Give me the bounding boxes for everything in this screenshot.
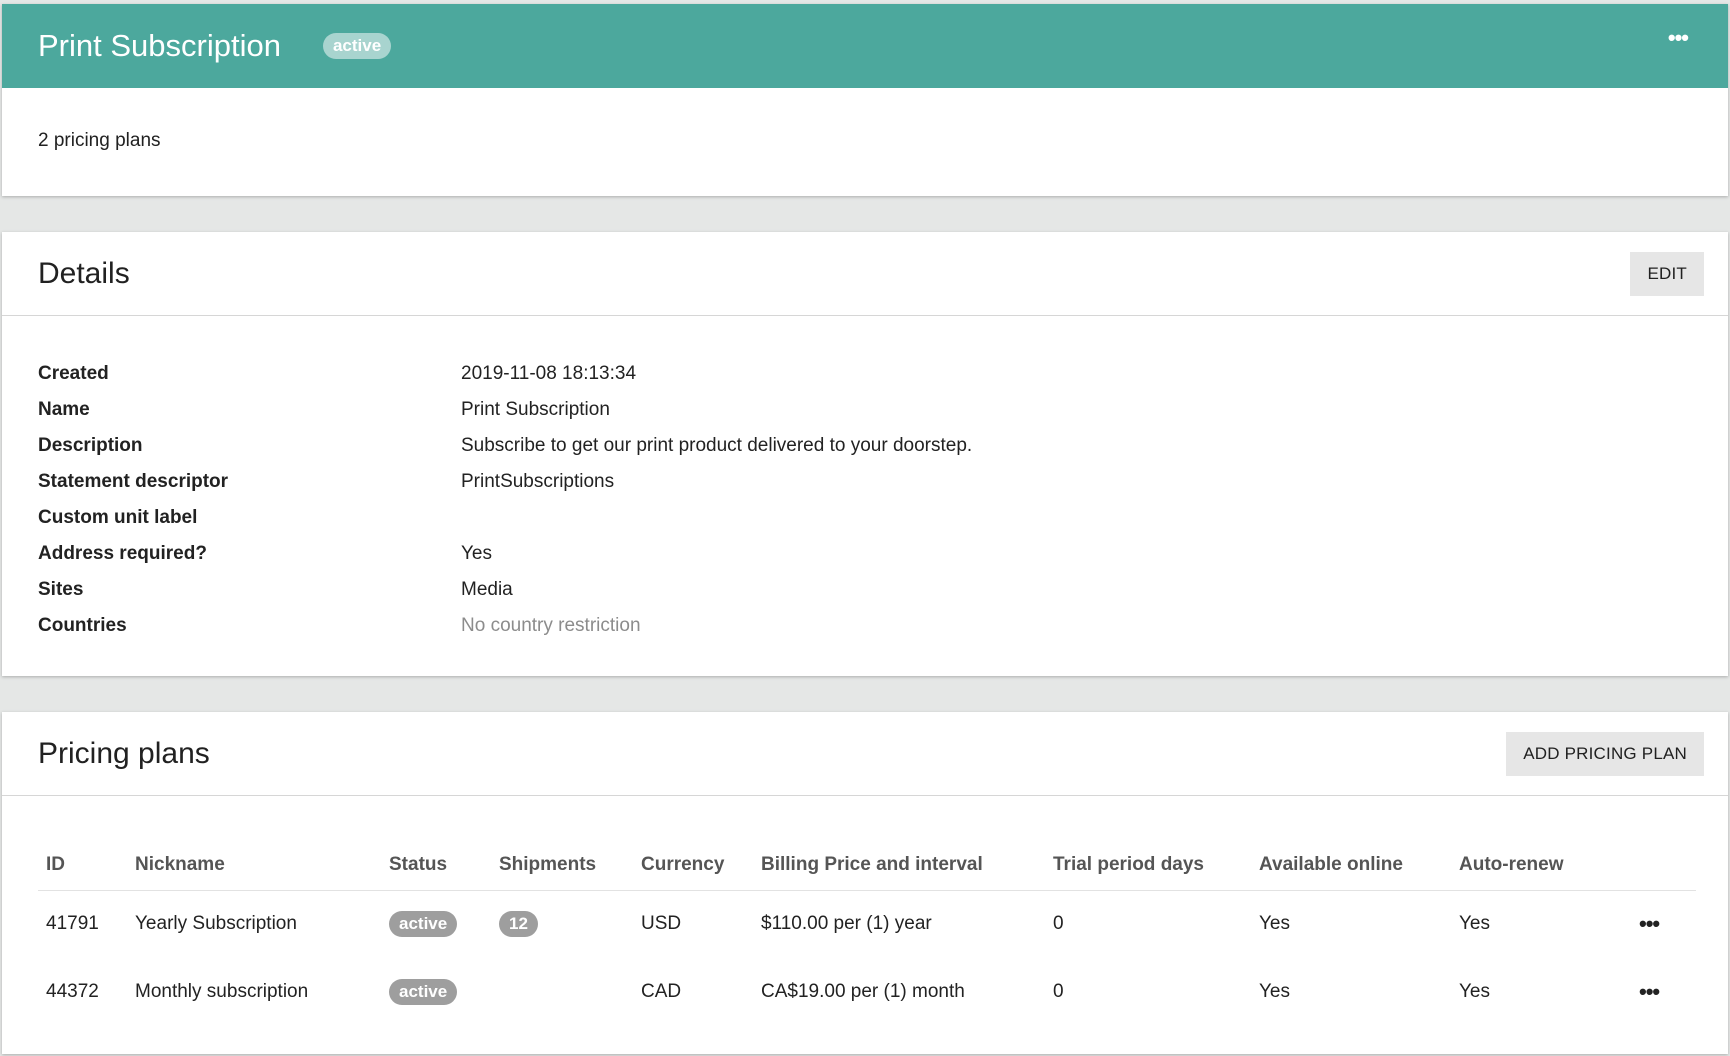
detail-row-address-required: Address required? Yes <box>38 536 1692 572</box>
pricing-plans-card: Pricing plans ADD PRICING PLAN ID Nickna… <box>2 712 1728 1054</box>
pricing-plans-summary: 2 pricing plans <box>38 130 161 151</box>
cell-currency: CAD <box>641 981 682 1002</box>
product-header-card: Print Subscription active ••• 2 pricing … <box>2 4 1728 196</box>
cell-auto-renew: Yes <box>1459 981 1490 1002</box>
cell-id: 41791 <box>46 913 99 935</box>
detail-label: Countries <box>38 615 127 636</box>
details-card: Details EDIT Created 2019-11-08 18:13:34… <box>2 232 1728 676</box>
detail-value: Subscribe to get our print product deliv… <box>461 435 973 456</box>
column-header-actions <box>1631 840 1696 891</box>
details-list: Created 2019-11-08 18:13:34 Name Print S… <box>2 316 1728 644</box>
cell-currency: USD <box>641 913 682 935</box>
cell-status: active <box>381 890 491 958</box>
column-header-shipments[interactable]: Shipments <box>491 840 633 891</box>
cell-shipments: 12 <box>491 890 633 958</box>
cell-shipments <box>491 958 633 1026</box>
cell-nickname: Yearly Subscription <box>135 913 297 935</box>
cell-billing: CA$19.00 per (1) month <box>761 981 965 1002</box>
detail-label: Created <box>38 363 109 384</box>
pricing-plans-table-wrap: ID Nickname Status Shipments Currency Bi… <box>2 796 1728 1026</box>
column-header-status[interactable]: Status <box>381 840 491 891</box>
detail-row-countries: Countries No country restriction <box>38 608 1692 644</box>
cell-id: 44372 <box>46 981 99 1002</box>
cell-actions: ••• <box>1631 958 1696 1026</box>
detail-label: Name <box>38 399 90 420</box>
table-header-row: ID Nickname Status Shipments Currency Bi… <box>38 840 1696 891</box>
column-header-available-online[interactable]: Available online <box>1251 840 1451 891</box>
detail-row-created: Created 2019-11-08 18:13:34 <box>38 356 1692 392</box>
shipments-badge: 12 <box>499 911 538 938</box>
column-header-id[interactable]: ID <box>38 840 127 891</box>
detail-row-custom-unit-label: Custom unit label <box>38 500 1692 536</box>
column-header-billing[interactable]: Billing Price and interval <box>753 840 1045 891</box>
cell-nickname: Monthly subscription <box>135 981 309 1002</box>
cell-available-online: Yes <box>1259 913 1290 935</box>
column-header-trial-days[interactable]: Trial period days <box>1045 840 1251 891</box>
pricing-plans-header: Pricing plans ADD PRICING PLAN <box>2 712 1728 796</box>
status-badge: active <box>389 979 458 1005</box>
detail-value: PrintSubscriptions <box>461 471 615 492</box>
cell-billing: $110.00 per (1) year <box>761 913 932 935</box>
cell-trial-days: 0 <box>1053 981 1064 1002</box>
add-pricing-plan-button[interactable]: ADD PRICING PLAN <box>1506 731 1704 776</box>
detail-row-statement-descriptor: Statement descriptor PrintSubscriptions <box>38 464 1692 500</box>
detail-label: Statement descriptor <box>38 471 229 492</box>
status-badge: active <box>322 33 392 59</box>
detail-value: Yes <box>461 543 492 564</box>
cell-available-online: Yes <box>1259 981 1290 1002</box>
status-badge: active <box>389 911 458 938</box>
edit-button[interactable]: EDIT <box>1630 251 1704 296</box>
details-header: Details EDIT <box>2 232 1728 316</box>
page-title: Print Subscription <box>38 28 281 63</box>
detail-value: Print Subscription <box>461 399 610 420</box>
cell-actions: ••• <box>1631 890 1696 958</box>
detail-row-name: Name Print Subscription <box>38 392 1692 428</box>
detail-value: 2019-11-08 18:13:34 <box>461 363 637 384</box>
column-header-auto-renew[interactable]: Auto-renew <box>1451 840 1631 891</box>
cell-auto-renew: Yes <box>1459 913 1490 935</box>
pricing-plans-table: ID Nickname Status Shipments Currency Bi… <box>38 840 1696 1026</box>
more-options-icon[interactable]: ••• <box>1668 27 1689 49</box>
detail-row-description: Description Subscribe to get our print p… <box>38 428 1692 464</box>
cell-status: active <box>381 958 491 1026</box>
column-header-nickname[interactable]: Nickname <box>127 840 381 891</box>
pricing-plans-title: Pricing plans <box>38 736 210 770</box>
detail-label: Custom unit label <box>38 507 198 528</box>
details-title: Details <box>38 256 130 290</box>
detail-value: No country restriction <box>461 615 641 636</box>
row-more-options-icon[interactable]: ••• <box>1639 979 1660 1004</box>
detail-label: Description <box>38 435 143 456</box>
cell-trial-days: 0 <box>1053 913 1064 935</box>
detail-value: Media <box>461 579 513 600</box>
product-header: Print Subscription active ••• <box>2 4 1728 88</box>
detail-row-sites: Sites Media <box>38 572 1692 608</box>
row-more-options-icon[interactable]: ••• <box>1639 911 1660 936</box>
table-row[interactable]: 44372 Monthly subscription active CAD CA… <box>38 958 1696 1026</box>
column-header-currency[interactable]: Currency <box>633 840 753 891</box>
detail-label: Sites <box>38 579 84 600</box>
table-row[interactable]: 41791 Yearly Subscription active 12 USD … <box>38 890 1696 958</box>
detail-label: Address required? <box>38 543 207 564</box>
